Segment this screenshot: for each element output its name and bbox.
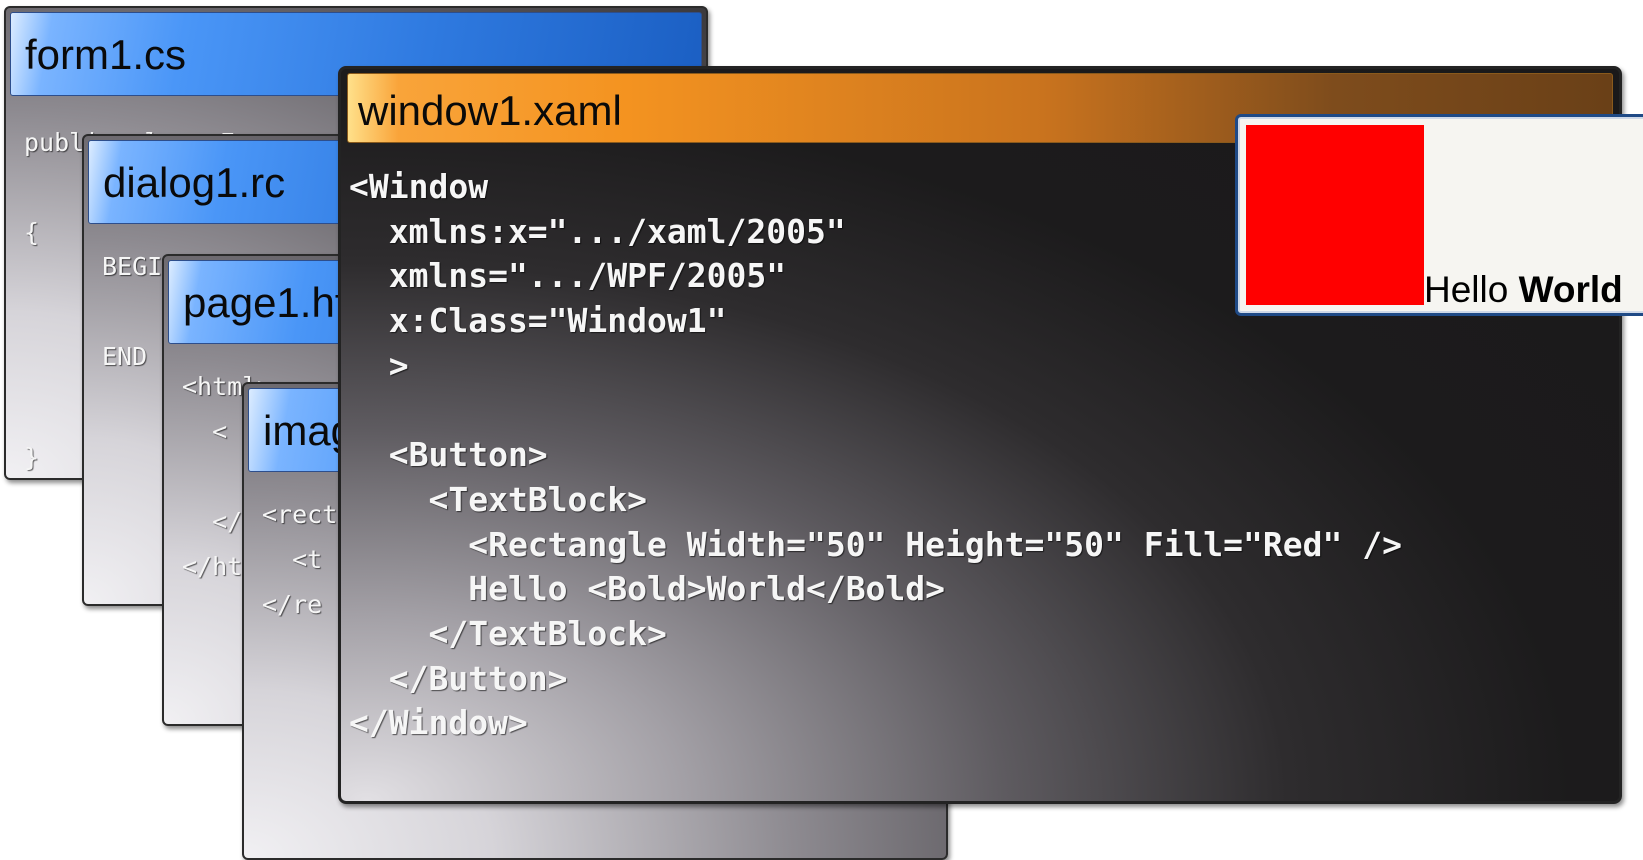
dialog1-title: dialog1.rc: [103, 159, 286, 206]
world-bold-text: World: [1518, 269, 1623, 310]
red-rectangle: [1246, 125, 1424, 305]
hello-world-preview: Hello World: [1235, 114, 1643, 316]
form1-title: form1.cs: [25, 31, 187, 78]
window1-title: window1.xaml: [358, 87, 622, 134]
hello-text: Hello: [1424, 269, 1509, 310]
hello-world-text: Hello World: [1424, 269, 1623, 311]
image1-code: <rect <t </re: [262, 500, 338, 619]
